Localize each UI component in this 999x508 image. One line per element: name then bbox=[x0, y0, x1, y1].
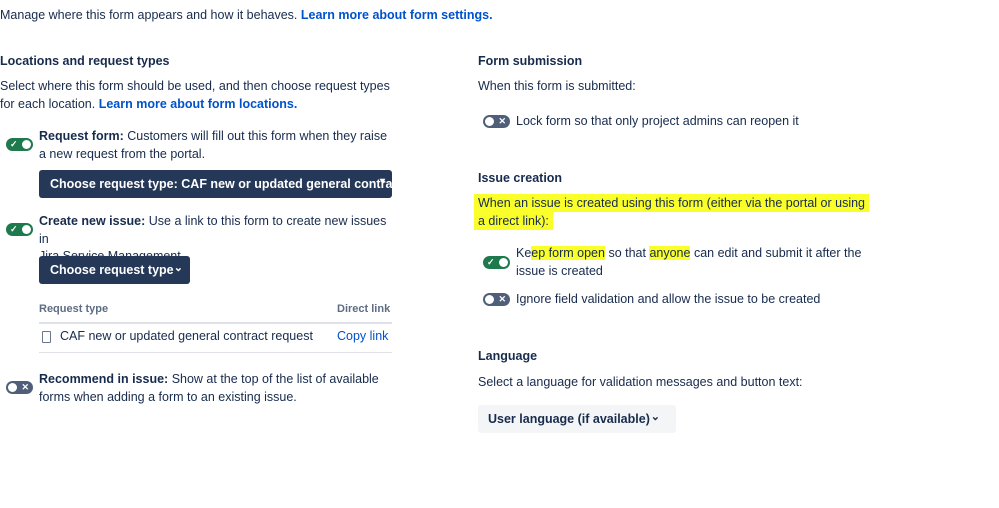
column-header-request-type: Request type bbox=[39, 303, 109, 315]
locations-description: Select where this form should be used, a… bbox=[0, 79, 390, 111]
table-row-divider bbox=[39, 352, 392, 353]
chevron-down-icon: ▾ bbox=[379, 176, 385, 187]
check-icon: ✓ bbox=[10, 139, 18, 149]
create-issue-toggle[interactable]: ✓ bbox=[6, 223, 33, 236]
recommend-toggle[interactable]: ✕ bbox=[6, 381, 33, 394]
locations-heading: Locations and request types bbox=[0, 54, 170, 68]
language-select[interactable]: User language (if available) ⌄ bbox=[478, 405, 676, 433]
keep-form-open-toggle[interactable]: ✓ bbox=[483, 256, 510, 269]
cross-icon: ✕ bbox=[498, 116, 506, 126]
form-submission-heading: Form submission bbox=[478, 54, 583, 68]
copy-link-button[interactable]: Copy link bbox=[337, 328, 388, 346]
form-submission-description: When this form is submitted: bbox=[478, 79, 636, 93]
ignore-validation-toggle[interactable]: ✕ bbox=[483, 293, 510, 306]
check-icon: ✓ bbox=[487, 257, 495, 267]
request-form-toggle[interactable]: ✓ bbox=[6, 138, 33, 151]
issue-creation-description: When an issue is created using this form… bbox=[474, 194, 894, 230]
language-heading: Language bbox=[478, 349, 538, 363]
table-row: CAF new or updated general contract requ… bbox=[39, 326, 392, 352]
check-icon: ✓ bbox=[10, 224, 18, 234]
table-header-divider bbox=[39, 322, 392, 324]
keep-form-open-label: Keep form open so that anyone can edit a… bbox=[516, 246, 862, 278]
issue-creation-heading: Issue creation bbox=[478, 171, 563, 185]
chevron-down-icon: ⌄ bbox=[650, 411, 660, 423]
column-header-direct-link: Direct link bbox=[337, 303, 391, 315]
recommend-description: Recommend in issue: Show at the top of t… bbox=[39, 372, 379, 404]
language-description: Select a language for validation message… bbox=[478, 375, 803, 389]
form-locations-link[interactable]: Learn more about form locations. bbox=[99, 97, 298, 111]
lock-form-label: Lock form so that only project admins ca… bbox=[516, 114, 799, 128]
request-form-description: Request form: Customers will fill out th… bbox=[39, 129, 388, 161]
lock-form-toggle[interactable]: ✕ bbox=[483, 115, 510, 128]
row-request-type: CAF new or updated general contract requ… bbox=[60, 329, 313, 343]
form-document-icon bbox=[42, 331, 51, 343]
form-settings-link[interactable]: Learn more about form settings. bbox=[301, 8, 493, 22]
ignore-validation-label: Ignore field validation and allow the is… bbox=[516, 292, 821, 306]
cross-icon: ✕ bbox=[21, 382, 29, 392]
intro-text: Manage where this form appears and how i… bbox=[0, 8, 493, 22]
create-issue-request-type-dropdown[interactable]: Choose request type ⌄ bbox=[39, 256, 190, 284]
request-form-request-type-dropdown[interactable]: Choose request type: CAF new or updated … bbox=[39, 170, 392, 198]
chevron-down-icon: ⌄ bbox=[173, 262, 183, 274]
cross-icon: ✕ bbox=[498, 294, 506, 304]
